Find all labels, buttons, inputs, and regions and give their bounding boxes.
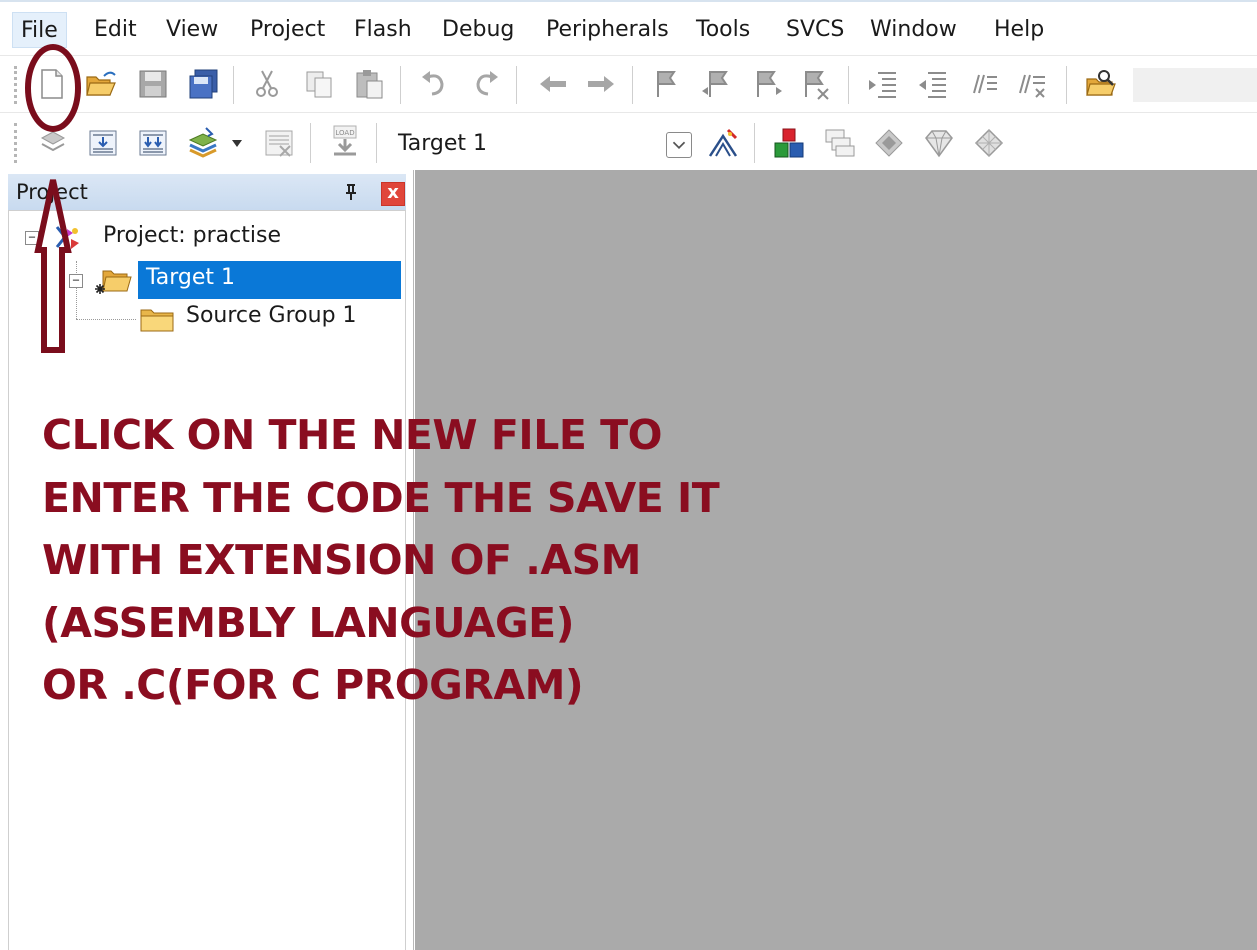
save-all-icon[interactable] [186,67,220,101]
undo-icon[interactable] [418,67,452,101]
menu-flash[interactable]: Flash [346,12,420,48]
toolbar-separator [754,123,755,163]
toolbar-grip[interactable] [14,66,20,104]
new-file-icon[interactable] [34,67,68,101]
toolbar-separator [516,66,517,104]
tree-source-group-node[interactable]: Source Group 1 [186,303,357,328]
dropdown-arrow-icon[interactable] [232,140,242,148]
paste-icon[interactable] [352,67,386,101]
download-icon[interactable]: LOAD [328,124,362,158]
unindent-icon[interactable] [916,67,950,101]
tree-connector [76,319,136,320]
project-panel-header: Project x [8,174,406,210]
callout-line: WITH EXTENSION OF .ASM [42,536,641,584]
insert-bookmark-icon[interactable] [650,67,684,101]
callout-line: OR .C(FOR C PROGRAM) [42,661,584,709]
tree-project-node[interactable]: Project: practise [103,223,281,248]
select-packs-icon[interactable] [872,126,906,160]
options-for-target-icon[interactable] [706,126,740,160]
indent-icon[interactable] [866,67,900,101]
clear-bookmarks-icon[interactable] [798,67,832,101]
toolbar-separator [848,66,849,104]
close-panel-button[interactable]: x [381,182,405,206]
tree-target-node[interactable]: Target 1 [138,261,401,299]
file-toolbar [0,55,1257,111]
menu-peripherals[interactable]: Peripherals [538,12,677,48]
build-toolbar: LOAD Target 1 [0,112,1257,170]
target-select-dropdown[interactable] [666,132,692,158]
find-combo-box[interactable] [1133,68,1257,102]
svg-text:LOAD: LOAD [335,129,354,137]
project-panel-title: Project [16,180,88,204]
manage-environment-icon[interactable] [822,126,856,160]
manage-components-icon[interactable] [772,126,806,160]
menu-edit[interactable]: Edit [86,12,145,48]
rebuild-icon[interactable] [136,126,170,160]
tree-connector [76,261,77,319]
open-file-icon[interactable] [84,67,118,101]
navigate-forward-icon[interactable] [584,67,618,101]
callout-line: (ASSEMBLY LANGUAGE) [42,598,574,647]
target-folder-icon [95,270,132,294]
toolbar-separator [400,66,401,104]
menu-file[interactable]: File [12,12,67,48]
navigate-back-icon[interactable] [536,67,570,101]
cut-icon[interactable] [250,67,284,101]
close-icon: x [387,182,399,203]
callout-line: ENTER THE CODE THE SAVE IT [42,473,720,522]
save-icon[interactable] [136,67,170,101]
menu-tools[interactable]: Tools [688,12,758,48]
toolbar-separator [632,66,633,104]
project-expander[interactable]: − [25,231,39,245]
menu-project[interactable]: Project [242,12,333,48]
toolbar-separator [233,66,234,104]
target-select-label[interactable]: Target 1 [398,131,487,156]
copy-icon[interactable] [302,67,336,101]
menu-debug[interactable]: Debug [434,12,522,48]
menu-bar: File Edit View Project Flash Debug Perip… [0,0,1257,54]
target-expander[interactable]: − [69,274,83,288]
pin-icon[interactable] [341,182,361,202]
next-bookmark-icon[interactable] [750,67,784,101]
menu-view[interactable]: View [158,12,226,48]
instruction-callout: CLICK ON THE NEW FILE TO ENTER THE CODE … [42,404,802,717]
chevron-down-icon [672,141,686,149]
stop-build-icon[interactable] [262,126,296,160]
batch-build-icon[interactable] [186,126,220,160]
callout-line: CLICK ON THE NEW FILE TO [42,411,662,459]
uncomment-icon[interactable] [1014,67,1048,101]
build-icon[interactable] [86,126,120,160]
menu-window[interactable]: Window [862,12,965,48]
previous-bookmark-icon[interactable] [700,67,734,101]
comment-icon[interactable] [966,67,1000,101]
toolbar-separator [376,123,377,163]
toolbar-separator [1066,66,1067,104]
translate-icon[interactable] [36,126,70,160]
redo-icon[interactable] [468,67,502,101]
find-in-files-icon[interactable] [1084,67,1118,101]
toolbar-separator [310,123,311,163]
source-group-folder-icon [140,309,174,332]
menu-help[interactable]: Help [986,12,1052,48]
manage-rte-icon[interactable] [972,126,1006,160]
pack-installer-icon[interactable] [922,126,956,160]
toolbar-grip[interactable] [14,123,20,163]
menu-svcs[interactable]: SVCS [778,12,852,48]
project-icon [55,226,79,249]
